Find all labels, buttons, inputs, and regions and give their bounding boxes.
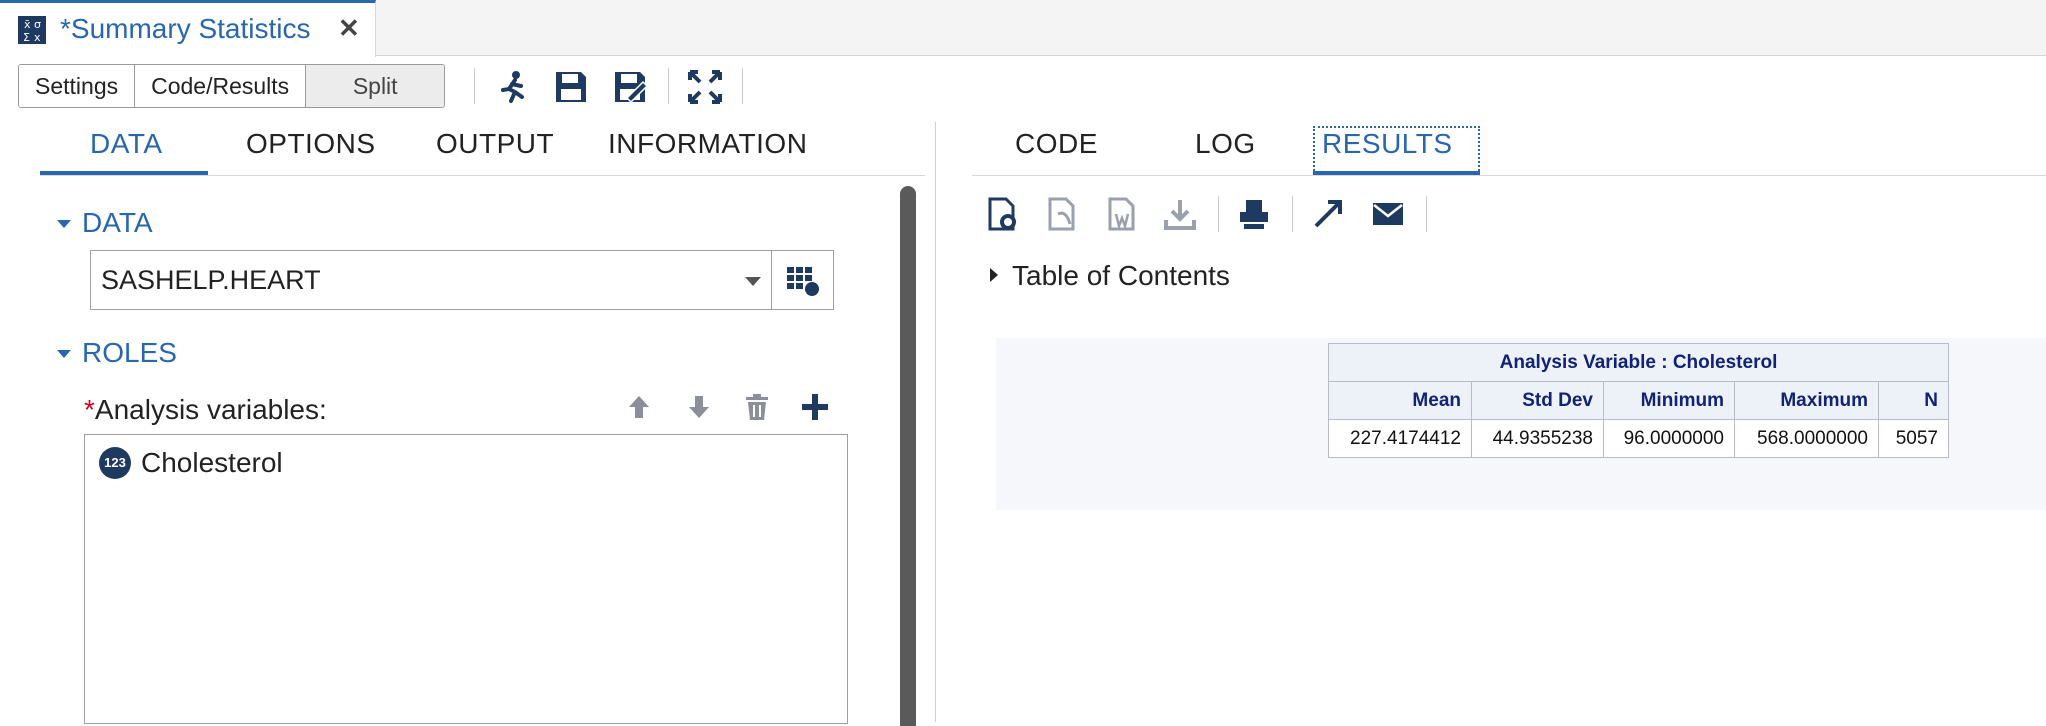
filter-data-icon[interactable] <box>783 263 823 299</box>
table-caption: Analysis Variable : Cholesterol <box>1328 343 1949 382</box>
column-header-std-dev: Std Dev <box>1471 381 1604 420</box>
column-header-minimum: Minimum <box>1603 381 1735 420</box>
svg-text:Σ: Σ <box>23 31 30 44</box>
dataset-selector[interactable]: SASHELP.HEART <box>90 250 834 310</box>
download-icon[interactable] <box>1162 196 1198 232</box>
collapse-caret-icon[interactable] <box>57 220 71 228</box>
toolbar-divider <box>668 68 669 104</box>
maximize-icon[interactable] <box>686 68 724 106</box>
toolbar-divider <box>1292 196 1293 232</box>
print-icon[interactable] <box>1236 196 1272 232</box>
cell-minimum: 96.0000000 <box>1603 419 1735 458</box>
expand-caret-icon <box>990 267 998 282</box>
roles-section-heading[interactable]: ROLES <box>82 337 177 369</box>
combo-divider <box>771 251 772 309</box>
split-view-button[interactable]: Split <box>306 65 445 107</box>
left-panel-scrollbar[interactable] <box>900 186 916 726</box>
table-header-row: Mean Std Dev Minimum Maximum N <box>1328 381 1949 420</box>
tab-code[interactable]: CODE <box>1015 128 1098 160</box>
svg-text:x̄: x̄ <box>24 18 31 31</box>
delete-icon[interactable] <box>740 390 774 424</box>
chevron-down-icon[interactable] <box>745 277 761 286</box>
tab-output[interactable]: OUTPUT <box>436 128 554 160</box>
results-tab-bar: CODE LOG RESULTS <box>972 122 2046 176</box>
active-tab-indicator <box>40 171 208 175</box>
expand-icon[interactable] <box>1310 196 1346 232</box>
tab-options[interactable]: OPTIONS <box>246 128 376 160</box>
cell-maximum: 568.0000000 <box>1734 419 1879 458</box>
column-header-mean: Mean <box>1328 381 1472 420</box>
toolbar-divider <box>742 68 743 104</box>
view-mode-segmented-control: Settings Code/Results Split <box>18 64 446 108</box>
settings-view-button[interactable]: Settings <box>19 65 136 107</box>
svg-text:σ: σ <box>34 18 41 31</box>
add-variable-icon[interactable] <box>798 390 832 424</box>
document-tab-bar: x̄ σ Σ x *Summary Statistics ✕ <box>0 0 2046 57</box>
svg-text:x: x <box>34 31 41 44</box>
cell-n: 5057 <box>1878 419 1949 458</box>
move-up-icon[interactable] <box>622 390 656 424</box>
word-icon[interactable] <box>1104 196 1140 232</box>
close-tab-icon[interactable]: ✕ <box>338 13 360 44</box>
settings-tab-bar: DATA OPTIONS OUTPUT INFORMATION <box>40 122 925 176</box>
tab-data[interactable]: DATA <box>90 128 163 160</box>
document-tab[interactable]: x̄ σ Σ x *Summary Statistics ✕ <box>0 0 376 57</box>
tab-log[interactable]: LOG <box>1195 128 1256 160</box>
numeric-variable-icon: 123 <box>99 447 131 479</box>
email-icon[interactable] <box>1370 196 1406 232</box>
collapse-caret-icon[interactable] <box>57 350 71 358</box>
summary-statistics-table: Analysis Variable : Cholesterol Mean Std… <box>1328 343 1949 458</box>
active-tab-indicator <box>1313 171 1480 175</box>
tab-focus-outline <box>1313 126 1480 174</box>
run-icon[interactable] <box>494 68 532 106</box>
toolbar-divider <box>474 68 475 104</box>
html-icon[interactable] <box>984 196 1020 232</box>
required-marker: * <box>84 394 95 425</box>
analysis-variables-list[interactable]: 123 Cholesterol <box>84 434 848 724</box>
code-results-view-button[interactable]: Code/Results <box>135 65 307 107</box>
analysis-variables-text: Analysis variables: <box>94 394 327 425</box>
table-of-contents-label: Table of Contents <box>1012 260 1230 291</box>
document-tab-title: *Summary Statistics <box>60 13 311 44</box>
toolbar-divider <box>1218 196 1219 232</box>
column-header-n: N <box>1878 381 1949 420</box>
save-icon[interactable] <box>552 68 590 106</box>
toolbar-divider <box>1426 196 1427 232</box>
summary-statistics-icon: x̄ σ Σ x <box>18 16 46 44</box>
table-row: 227.4174412 44.9355238 96.0000000 568.00… <box>1328 419 1949 458</box>
column-header-maximum: Maximum <box>1734 381 1879 420</box>
table-of-contents-toggle[interactable]: Table of Contents <box>990 260 1230 292</box>
cell-std-dev: 44.9355238 <box>1471 419 1604 458</box>
pdf-icon[interactable] <box>1044 196 1080 232</box>
tab-information[interactable]: INFORMATION <box>608 128 807 160</box>
save-as-icon[interactable] <box>611 68 649 106</box>
move-down-icon[interactable] <box>682 390 716 424</box>
analysis-variables-label: *Analysis variables: <box>84 394 327 426</box>
variable-name: Cholesterol <box>141 447 283 478</box>
data-section-heading[interactable]: DATA <box>82 207 153 239</box>
cell-mean: 227.4174412 <box>1328 419 1472 458</box>
split-divider[interactable] <box>935 122 936 722</box>
dataset-value: SASHELP.HEART <box>101 265 321 295</box>
